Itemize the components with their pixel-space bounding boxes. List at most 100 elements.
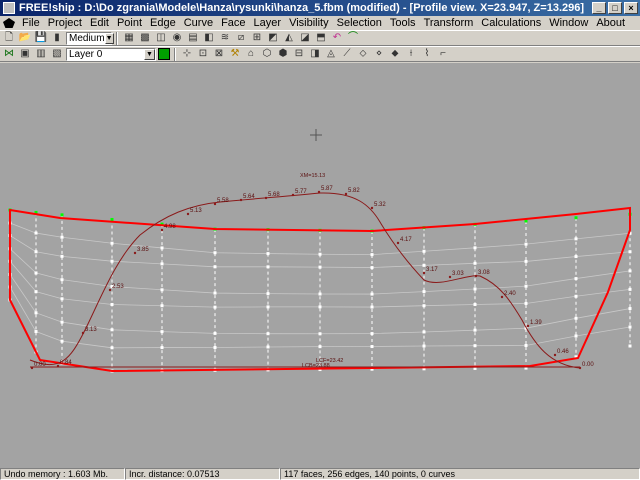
control-point[interactable]: [60, 278, 64, 282]
profile-view-canvas[interactable]: 0.00 0.84 3.13 2.53 3.85 4.98 5.13 5.58 5.64 5.68…: [0, 63, 640, 468]
diagonals-icon[interactable]: ⧄: [234, 31, 248, 45]
control-point[interactable]: [110, 259, 114, 263]
curvature-icon[interactable]: ◪: [298, 31, 312, 45]
control-point[interactable]: [473, 246, 477, 250]
undo-icon[interactable]: ↶: [330, 31, 344, 45]
menu-calculations[interactable]: Calculations: [477, 17, 545, 29]
insert-point-icon[interactable]: ⊡: [196, 47, 210, 61]
menu-layer[interactable]: Layer: [250, 17, 286, 29]
remove-icon[interactable]: ⟊: [404, 47, 418, 61]
control-point[interactable]: [422, 330, 426, 334]
menu-visibility[interactable]: Visibility: [285, 17, 333, 29]
connect-icon[interactable]: ⬦: [356, 47, 370, 61]
control-point[interactable]: [110, 217, 114, 221]
layer-color-swatch[interactable]: [158, 48, 170, 60]
menu-edge[interactable]: Edge: [146, 17, 180, 29]
control-point[interactable]: [370, 345, 374, 349]
collapse-icon[interactable]: ⊠: [212, 47, 226, 61]
control-point[interactable]: [574, 255, 578, 259]
control-point[interactable]: [524, 301, 528, 305]
control-point[interactable]: [370, 253, 374, 257]
settings-icon[interactable]: ⌐: [436, 47, 450, 61]
control-point[interactable]: [34, 290, 38, 294]
layer-combo[interactable]: Layer 0 ▼: [66, 47, 156, 61]
control-point[interactable]: [318, 345, 322, 349]
control-point[interactable]: [574, 334, 578, 338]
control-point[interactable]: [213, 265, 217, 269]
menu-project[interactable]: Project: [44, 17, 86, 29]
control-point[interactable]: [574, 294, 578, 298]
save-icon[interactable]: 💾: [34, 31, 48, 45]
control-point[interactable]: [370, 332, 374, 336]
menu-transform[interactable]: Transform: [420, 17, 478, 29]
curve-icon[interactable]: ⌒: [346, 31, 360, 45]
control-point[interactable]: [266, 305, 270, 309]
control-point[interactable]: [60, 235, 64, 239]
menu-about[interactable]: About: [592, 17, 629, 29]
control-point[interactable]: [110, 241, 114, 245]
control-point[interactable]: [318, 332, 322, 336]
control-point[interactable]: [574, 216, 578, 220]
new-curve-icon[interactable]: ⋄: [372, 47, 386, 61]
control-point[interactable]: [524, 284, 528, 288]
menu-curve[interactable]: Curve: [180, 17, 217, 29]
precision-combo[interactable]: Medium ▼: [66, 31, 114, 45]
control-point[interactable]: [34, 231, 38, 235]
ship-logo-icon[interactable]: [3, 18, 15, 28]
control-point[interactable]: [524, 242, 528, 246]
menu-face[interactable]: Face: [217, 17, 249, 29]
open-icon[interactable]: 📂: [18, 31, 32, 45]
split-icon[interactable]: ⟋: [340, 47, 354, 61]
layer-delete-icon[interactable]: ▧: [50, 47, 64, 61]
control-point[interactable]: [34, 250, 38, 254]
control-point[interactable]: [318, 305, 322, 309]
control-point[interactable]: [524, 259, 528, 263]
layer-props-icon[interactable]: ▣: [18, 47, 32, 61]
control-point[interactable]: [628, 344, 632, 348]
control-point[interactable]: [160, 262, 164, 266]
control-point[interactable]: [266, 345, 270, 349]
control-point[interactable]: [110, 328, 114, 332]
ship-icon[interactable]: ◉: [170, 31, 184, 45]
control-point[interactable]: [422, 344, 426, 348]
control-point[interactable]: [160, 304, 164, 308]
menu-edit[interactable]: Edit: [86, 17, 113, 29]
control-point[interactable]: [318, 292, 322, 296]
crease-icon[interactable]: ⚒: [228, 47, 242, 61]
control-point[interactable]: [473, 303, 477, 307]
control-point[interactable]: [422, 249, 426, 253]
control-point[interactable]: [422, 290, 426, 294]
chevron-down-icon[interactable]: ▼: [144, 48, 155, 60]
control-point[interactable]: [60, 320, 64, 324]
control-point[interactable]: [370, 305, 374, 309]
minimize-button[interactable]: _: [592, 2, 606, 14]
control-point[interactable]: [34, 311, 38, 315]
control-point[interactable]: [574, 237, 578, 241]
control-point[interactable]: [160, 288, 164, 292]
control-point[interactable]: [370, 266, 374, 270]
control-point[interactable]: [370, 292, 374, 296]
control-point[interactable]: [110, 302, 114, 306]
control-point[interactable]: [60, 339, 64, 343]
new-point-icon[interactable]: ⊹: [180, 47, 194, 61]
control-point[interactable]: [266, 292, 270, 296]
grid-icon[interactable]: ▦: [122, 31, 136, 45]
flip-icon[interactable]: ◬: [324, 47, 338, 61]
delete-icon[interactable]: ⌂: [244, 47, 258, 61]
control-point[interactable]: [318, 265, 322, 269]
control-point[interactable]: [60, 297, 64, 301]
hydrostatics-icon[interactable]: ◭: [282, 31, 296, 45]
control-point[interactable]: [34, 330, 38, 334]
control-point[interactable]: [574, 277, 578, 281]
maximize-button[interactable]: □: [608, 2, 622, 14]
layer-add-icon[interactable]: ▥: [34, 47, 48, 61]
new-face-icon[interactable]: ⊟: [292, 47, 306, 61]
stations-icon[interactable]: ▤: [186, 31, 200, 45]
add-curve-icon[interactable]: ⬥: [388, 47, 402, 61]
menu-tools[interactable]: Tools: [386, 17, 420, 29]
intersect-icon[interactable]: ⬢: [276, 47, 290, 61]
control-point[interactable]: [213, 251, 217, 255]
markers-icon[interactable]: ⊞: [250, 31, 264, 45]
control-point[interactable]: [628, 250, 632, 254]
close-button[interactable]: ×: [624, 2, 638, 14]
